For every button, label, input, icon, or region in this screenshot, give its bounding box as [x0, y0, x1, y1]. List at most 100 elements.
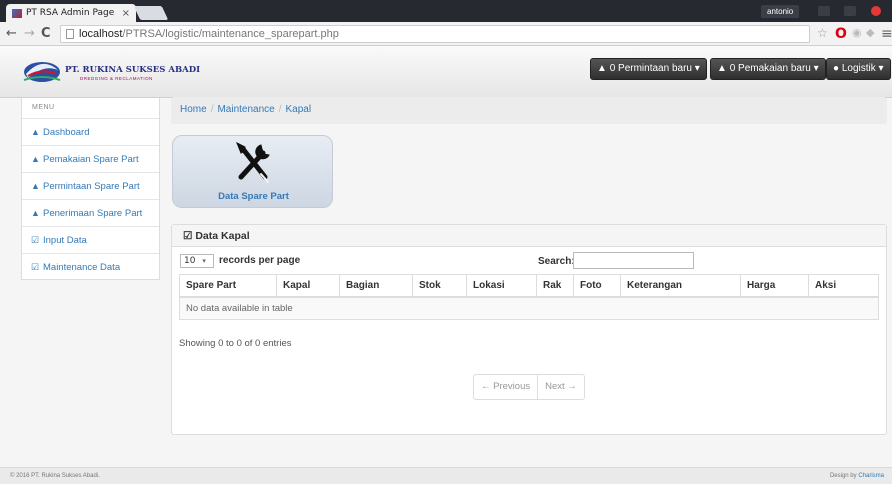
pemakaian-label: 0 Pemakaian baru: [729, 63, 811, 74]
column-header-spare-part[interactable]: Spare Part: [179, 274, 277, 298]
table-info: Showing 0 to 0 of 0 entries: [179, 338, 292, 349]
sidebar-item-label: Penerimaan Spare Part: [43, 208, 143, 219]
select-caret-icon: ▾: [202, 257, 206, 265]
site-favicon-icon: [12, 8, 22, 18]
panel-header: ☑ Data Kapal: [172, 225, 886, 247]
permintaan-notification-button[interactable]: ▲ 0 Permintaan baru ▾: [590, 58, 707, 80]
breadcrumb-separator: /: [278, 104, 282, 115]
tab-close-icon[interactable]: ×: [122, 8, 130, 19]
reload-icon[interactable]: C: [41, 26, 51, 41]
previous-page-button[interactable]: ← Previous: [474, 375, 537, 399]
breadcrumb-separator: /: [210, 104, 214, 115]
app-navbar: PT. RUKINA SUKSES ABADI DREDGING & RECLA…: [0, 46, 892, 98]
column-header-aksi[interactable]: Aksi: [808, 274, 879, 298]
breadcrumb: Home / Maintenance / Kapal: [171, 97, 887, 124]
user-icon: ●: [833, 63, 840, 74]
back-arrow-icon[interactable]: ←: [6, 26, 17, 41]
records-per-page-label: records per page: [219, 255, 301, 266]
browser-toolbar: ← → C localhost/PTRSA/logistic/maintenan…: [0, 22, 892, 46]
bell-icon: ▲: [717, 63, 727, 74]
user-menu-label: Logistik: [841, 63, 876, 74]
home-icon: ▲: [31, 208, 40, 218]
data-kapal-panel: ☑ Data Kapal 10 ▾ records per page Searc…: [171, 224, 887, 435]
permintaan-label: 0 Permintaan baru: [609, 63, 692, 74]
records-per-page-value: 10: [184, 256, 196, 266]
sidebar-item-dashboard[interactable]: ▲ Dashboard: [22, 118, 159, 145]
home-icon: ▲: [31, 181, 40, 191]
column-header-keterangan[interactable]: Keterangan: [620, 274, 741, 298]
caret-down-icon: ▾: [694, 63, 700, 74]
extension-icon[interactable]: ◉: [852, 26, 862, 39]
page-footer: © 2016 PT. Rukina Sukses Abadi. Design b…: [0, 467, 892, 484]
search-label: Search:: [538, 256, 575, 267]
caret-down-icon: ▾: [813, 63, 819, 74]
next-page-button[interactable]: Next →: [537, 375, 584, 399]
edit-icon: ☑: [31, 235, 40, 245]
url-host: localhost: [79, 28, 123, 40]
data-spare-part-tile[interactable]: Data Spare Part: [172, 135, 333, 208]
pemakaian-notification-button[interactable]: ▲ 0 Pemakaian baru ▾: [710, 58, 826, 80]
sidebar-item-label: Pemakaian Spare Part: [43, 154, 139, 165]
browser-profile-name[interactable]: antonio: [761, 5, 800, 18]
bell-icon: ▲: [597, 63, 607, 74]
table-header-row: Spare Part Kapal Bagian Stok Lokasi Rak …: [179, 274, 879, 298]
url-bar[interactable]: localhost/PTRSA/logistic/maintenance_spa…: [60, 25, 810, 43]
column-header-foto[interactable]: Foto: [573, 274, 621, 298]
sidebar-item-maintenance-data[interactable]: ☑ Maintenance Data: [22, 253, 159, 280]
column-header-bagian[interactable]: Bagian: [339, 274, 413, 298]
browser-tab-bar: PT RSA Admin Page × antonio: [0, 0, 892, 22]
home-icon: ▲: [31, 127, 40, 137]
breadcrumb-kapal[interactable]: Kapal: [286, 104, 312, 115]
spare-part-table: Spare Part Kapal Bagian Stok Lokasi Rak …: [179, 274, 879, 320]
forward-arrow-icon[interactable]: →: [24, 26, 35, 41]
tile-label: Data Spare Part: [218, 191, 289, 202]
opera-extension-icon[interactable]: O: [835, 26, 847, 42]
sidebar-item-label: Maintenance Data: [43, 262, 121, 273]
copyright-text: © 2016 PT. Rukina Sukses Abadi.: [10, 473, 100, 479]
search-input[interactable]: [573, 252, 694, 269]
company-logo-icon[interactable]: [22, 54, 62, 84]
breadcrumb-home[interactable]: Home: [180, 104, 207, 115]
empty-table-message: No data available in table: [179, 296, 879, 320]
page-icon: [66, 29, 74, 39]
tab-title: PT RSA Admin Page: [26, 8, 115, 18]
brand-tagline: DREDGING & RECLAMATION: [80, 76, 153, 81]
maximize-button[interactable]: [844, 6, 856, 16]
designer-link[interactable]: Charisma: [858, 473, 884, 479]
sidebar-item-label: Permintaan Spare Part: [43, 181, 140, 192]
bookmark-star-icon[interactable]: ☆: [817, 26, 828, 40]
sidebar-item-penerimaan[interactable]: ▲ Penerimaan Spare Part: [22, 199, 159, 226]
breadcrumb-maintenance[interactable]: Maintenance: [217, 104, 274, 115]
user-menu-button[interactable]: ● Logistik ▾: [826, 58, 891, 80]
sidebar-item-input-data[interactable]: ☑ Input Data: [22, 226, 159, 253]
url-path: /PTRSA/logistic/maintenance_sparepart.ph…: [122, 28, 339, 40]
sidebar-item-permintaan[interactable]: ▲ Permintaan Spare Part: [22, 172, 159, 199]
edit-icon: ☑: [31, 262, 40, 272]
panel-title: Data Kapal: [195, 230, 250, 242]
close-window-button[interactable]: [871, 6, 881, 16]
browser-menu-icon[interactable]: ≡: [881, 26, 892, 42]
column-header-harga[interactable]: Harga: [740, 274, 809, 298]
column-header-stok[interactable]: Stok: [412, 274, 467, 298]
design-by-label: Design by: [829, 473, 857, 479]
extension-2-icon[interactable]: ◆: [866, 26, 874, 39]
pagination: ← Previous Next →: [473, 374, 585, 400]
edit-icon: ☑: [183, 230, 193, 242]
column-header-lokasi[interactable]: Lokasi: [466, 274, 537, 298]
wrench-screwdriver-icon: [236, 141, 270, 183]
brand-name: PT. RUKINA SUKSES ABADI: [65, 65, 201, 75]
new-tab-button[interactable]: [133, 6, 169, 20]
column-header-kapal[interactable]: Kapal: [276, 274, 340, 298]
design-credit: Design by Charisma: [830, 468, 884, 484]
browser-tab[interactable]: PT RSA Admin Page ×: [6, 4, 136, 22]
sidebar-item-label: Input Data: [43, 235, 87, 246]
minimize-button[interactable]: [818, 6, 830, 16]
menu-heading: MENU: [32, 104, 55, 111]
sidebar-item-label: Dashboard: [43, 127, 90, 138]
column-header-rak[interactable]: Rak: [536, 274, 574, 298]
sidebar-menu: MENU ▲ Dashboard ▲ Pemakaian Spare Part ▲ P…: [21, 98, 160, 280]
caret-down-icon: ▾: [878, 63, 884, 74]
records-per-page-select[interactable]: 10 ▾: [180, 254, 214, 268]
home-icon: ▲: [31, 154, 40, 164]
sidebar-item-pemakaian[interactable]: ▲ Pemakaian Spare Part: [22, 145, 159, 172]
